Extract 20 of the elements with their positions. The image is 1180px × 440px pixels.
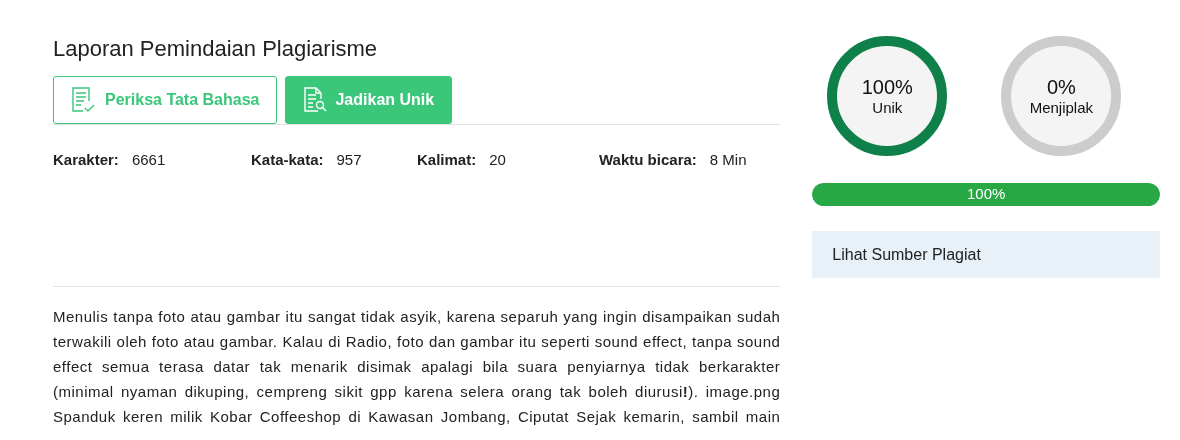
gauge-label: Unik [872,99,903,117]
checklist-icon [71,87,97,113]
make-unique-button[interactable]: Jadikan Unik [285,76,453,124]
view-sources-button[interactable]: Lihat Sumber Plagiat [812,231,1160,278]
report-title: Laporan Pemindaian Plagiarisme [53,36,379,62]
stat-label: Waktu bicara: [599,151,697,170]
gauge-label: Menjiplak [1029,99,1093,117]
stat-label: Kata-kata: [251,151,324,170]
gauge-value: 100% [861,75,913,99]
gauge-value: 0% [1046,75,1076,99]
stat-label: Karakter: [53,151,119,170]
progress-label: 100% [966,185,1006,202]
grammar-check-button[interactable]: Periksa Tata Bahasa [53,76,278,124]
stat-value: 8 Min [709,151,747,170]
stat-value: 20 [489,151,506,170]
scanned-text: Menulis tanpa foto atau gambar itu sangat tidak asyik, karena separuh yang ingin disampaikan sudah terwakili oleh foto atau gambar. Kalau di Radio, foto dan gambar itu seperti sound effect, tanpa sound effect semua terasa datar tak menarik disimak apalagi bila suara penyiarnya tidak berkarakter (minimal nyaman dikuping, cempreng sikit gpp karena selera orang tak boleh diurusi!). image.png Spanduk keren milik Kobar Coffeeshop di Kawasan Jombang, Ciputat Sejak kemarin, sambil main [53,307,781,427]
document-search-icon [303,87,328,113]
stat-value: 957 [336,151,362,170]
stat-label: Kalimat: [417,151,477,170]
stat-value: 6661 [131,151,166,170]
